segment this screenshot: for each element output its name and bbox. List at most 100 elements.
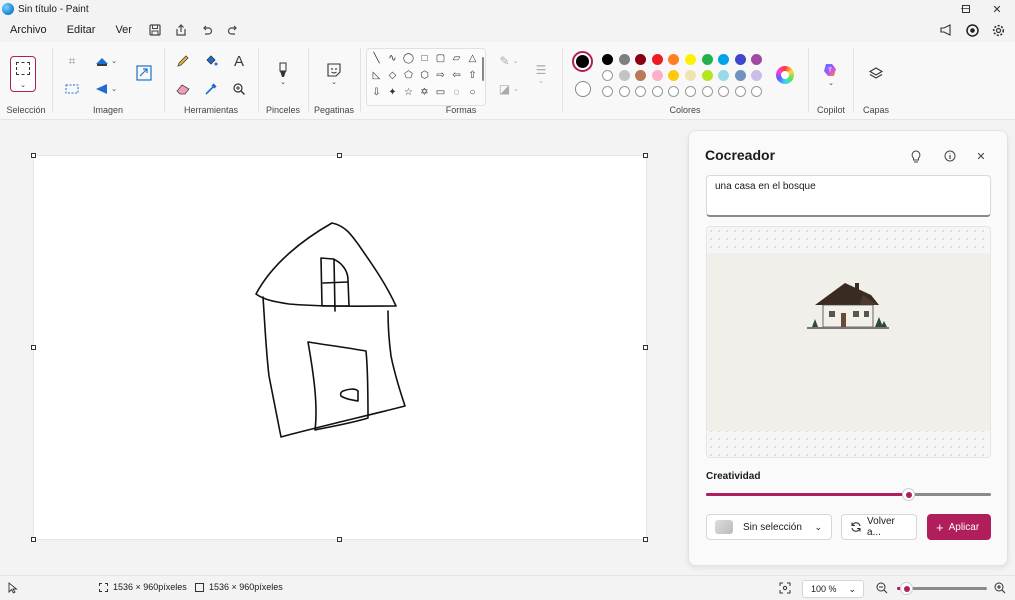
selection-tool-button[interactable]: ⌄ bbox=[10, 56, 36, 92]
custom-color-slot[interactable] bbox=[618, 86, 630, 97]
resize-handle-bottom[interactable] bbox=[337, 537, 342, 542]
pencil-tool[interactable] bbox=[172, 50, 194, 72]
prompt-input[interactable]: una casa en el bosque bbox=[706, 175, 991, 217]
menu-edit[interactable]: Editar bbox=[57, 18, 106, 42]
color-swatch[interactable] bbox=[734, 54, 746, 65]
apply-button[interactable]: + Aplicar bbox=[927, 514, 991, 540]
primary-color-button[interactable] bbox=[572, 51, 593, 72]
pentagon-shape[interactable]: ⬠ bbox=[401, 68, 416, 83]
color-swatch[interactable] bbox=[718, 54, 730, 65]
color-swatch[interactable] bbox=[718, 70, 730, 81]
menu-view[interactable]: Ver bbox=[105, 18, 142, 42]
up-arrow-shape[interactable]: ⇧ bbox=[465, 68, 480, 83]
custom-color-slot[interactable] bbox=[635, 86, 647, 97]
resize-handle-bottom-right[interactable] bbox=[643, 537, 648, 542]
brushes-button[interactable]: ⌄ bbox=[272, 58, 294, 90]
color-swatch[interactable] bbox=[602, 54, 613, 65]
crop-button[interactable]: ⌗ bbox=[61, 50, 83, 72]
resize-handle-right[interactable] bbox=[643, 345, 648, 350]
color-swatch[interactable] bbox=[668, 70, 680, 81]
resize-handle-bottom-left[interactable] bbox=[31, 537, 36, 542]
creativity-slider-thumb[interactable] bbox=[903, 489, 915, 500]
color-swatch[interactable] bbox=[685, 70, 696, 81]
color-swatch[interactable] bbox=[651, 70, 663, 81]
save-button[interactable] bbox=[142, 18, 168, 42]
cloud-callout-shape[interactable]: ○ bbox=[465, 85, 480, 100]
layers-button[interactable] bbox=[865, 63, 887, 85]
stroke-size-button[interactable]: ☰ ⌄ bbox=[530, 58, 552, 90]
shape-outline-button[interactable]: ✎ ⌄ bbox=[494, 50, 524, 72]
shape-fill-button[interactable]: ◪ ⌄ bbox=[494, 78, 524, 100]
four-point-star-shape[interactable]: ✦ bbox=[385, 85, 400, 100]
feedback-button[interactable] bbox=[933, 18, 959, 42]
diamond-shape[interactable]: ◇ bbox=[385, 68, 400, 83]
settings-button[interactable] bbox=[985, 18, 1011, 42]
retry-button[interactable]: Volver a... bbox=[841, 514, 917, 540]
rounded-rectangle-shape[interactable]: ▢ bbox=[433, 51, 448, 66]
eraser-tool[interactable] bbox=[172, 78, 194, 100]
creativity-slider[interactable] bbox=[706, 489, 991, 500]
right-arrow-shape[interactable]: ⇨ bbox=[433, 68, 448, 83]
magnifier-tool[interactable] bbox=[228, 78, 250, 100]
close-panel-button[interactable]: ✕ bbox=[972, 147, 990, 165]
generated-image-preview[interactable] bbox=[706, 226, 991, 458]
color-swatch[interactable] bbox=[701, 70, 713, 81]
custom-color-slot[interactable] bbox=[651, 86, 663, 97]
share-button[interactable] bbox=[168, 18, 194, 42]
color-swatch[interactable] bbox=[618, 70, 630, 81]
style-select[interactable]: Sin selección ⌄ bbox=[706, 514, 832, 540]
color-swatch[interactable] bbox=[751, 54, 763, 65]
custom-color-slot[interactable] bbox=[668, 86, 680, 97]
account-button[interactable] bbox=[959, 18, 985, 42]
line-shape[interactable]: ╲ bbox=[369, 51, 384, 66]
secondary-color-button[interactable] bbox=[575, 81, 591, 97]
flip-button[interactable]: ⌄ bbox=[91, 78, 121, 100]
undo-button[interactable] bbox=[194, 18, 220, 42]
custom-color-slot[interactable] bbox=[685, 86, 696, 97]
menu-file[interactable]: Archivo bbox=[0, 18, 57, 42]
zoom-select[interactable]: 100 % ⌄ bbox=[802, 580, 864, 598]
five-point-star-shape[interactable]: ☆ bbox=[401, 85, 416, 100]
copilot-button[interactable]: ⌄ bbox=[820, 58, 842, 90]
custom-color-slot[interactable] bbox=[718, 86, 730, 97]
custom-color-slot[interactable] bbox=[751, 86, 763, 97]
redo-button[interactable] bbox=[220, 18, 246, 42]
right-triangle-shape[interactable]: ◺ bbox=[369, 68, 384, 83]
color-swatch[interactable] bbox=[668, 54, 680, 65]
custom-color-slot[interactable] bbox=[602, 86, 613, 97]
cursor-position-button[interactable] bbox=[8, 582, 18, 596]
text-tool[interactable]: A bbox=[228, 50, 250, 72]
custom-color-slot[interactable] bbox=[734, 86, 746, 97]
edit-colors-button[interactable] bbox=[776, 66, 794, 84]
triangle-shape[interactable]: △ bbox=[465, 51, 480, 66]
color-swatch[interactable] bbox=[635, 70, 647, 81]
hexagon-shape[interactable]: ⬡ bbox=[417, 68, 432, 83]
color-swatch[interactable] bbox=[701, 54, 713, 65]
color-swatch[interactable] bbox=[635, 54, 647, 65]
fit-to-window-button[interactable] bbox=[779, 582, 791, 596]
color-swatch[interactable] bbox=[734, 70, 746, 81]
color-swatch[interactable] bbox=[685, 54, 696, 65]
fill-tool[interactable] bbox=[200, 50, 222, 72]
rotate-button[interactable]: ⌄ bbox=[91, 50, 121, 72]
zoom-slider[interactable] bbox=[897, 583, 987, 594]
color-swatch[interactable] bbox=[618, 54, 630, 65]
tips-button[interactable] bbox=[907, 147, 925, 165]
remove-background-button[interactable] bbox=[61, 78, 83, 100]
curve-shape[interactable]: ∿ bbox=[385, 51, 400, 66]
zoom-out-button[interactable] bbox=[876, 582, 888, 596]
image-resize-button[interactable] bbox=[133, 62, 155, 84]
info-button[interactable] bbox=[941, 147, 959, 165]
zoom-slider-thumb[interactable] bbox=[901, 583, 912, 594]
color-swatch[interactable] bbox=[651, 54, 663, 65]
stickers-button[interactable]: ⌄ bbox=[323, 58, 345, 90]
color-swatch[interactable] bbox=[751, 70, 763, 81]
polygon-shape[interactable]: ⏥ bbox=[449, 51, 464, 66]
resize-handle-top-right[interactable] bbox=[643, 153, 648, 158]
down-arrow-shape[interactable]: ⇩ bbox=[369, 85, 384, 100]
rectangle-shape[interactable]: □ bbox=[417, 51, 432, 66]
color-swatch[interactable] bbox=[602, 70, 613, 81]
resize-handle-top[interactable] bbox=[337, 153, 342, 158]
rect-callout-shape[interactable]: ▭ bbox=[433, 85, 448, 100]
oval-shape[interactable]: ◯ bbox=[401, 51, 416, 66]
